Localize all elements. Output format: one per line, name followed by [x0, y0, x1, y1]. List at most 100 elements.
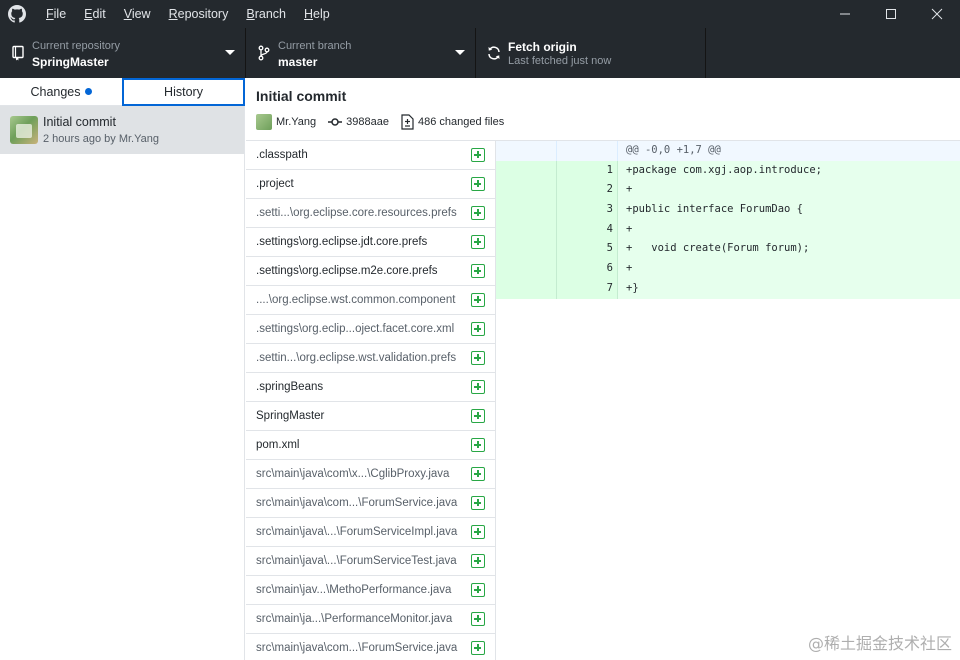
- diff-line-code: +: [618, 180, 960, 201]
- file-added-icon: [471, 177, 485, 191]
- commit-summary-title: Initial commit: [256, 88, 347, 104]
- branch-icon: [258, 45, 270, 61]
- file-added-icon: [471, 351, 485, 365]
- file-path: ....\org.eclipse.wst.common.component: [256, 294, 456, 306]
- file-list-item[interactable]: src\main\java\...\ForumServiceImpl.java: [246, 518, 495, 547]
- file-added-icon: [471, 554, 485, 568]
- file-path: .project: [256, 178, 294, 190]
- file-list-item[interactable]: src\main\jav...\MethoPerformance.java: [246, 576, 495, 605]
- last-fetched-text: Last fetched just now: [508, 55, 612, 67]
- branch-label: Current branch: [278, 40, 352, 52]
- file-list-item[interactable]: ....\org.eclipse.wst.common.component: [246, 286, 495, 315]
- file-added-icon: [471, 438, 485, 452]
- diff-view: @@ -0,0 +1,7 @@ 1 +package com.xgj.aop.in…: [496, 141, 960, 299]
- file-list-item[interactable]: .settings\org.eclipse.jdt.core.prefs: [246, 228, 495, 257]
- fetch-origin-button[interactable]: Fetch origin Last fetched just now: [476, 28, 706, 78]
- sync-icon: [488, 46, 500, 60]
- tab-changes[interactable]: Changes: [0, 78, 122, 106]
- file-added-icon: [471, 322, 485, 336]
- commit-summary-meta: Mr.Yang 3988aae 486 changed files: [256, 114, 504, 130]
- tab-changes-label: Changes: [30, 85, 81, 99]
- file-added-icon: [471, 293, 485, 307]
- new-line-number: 5: [557, 239, 618, 260]
- diff-line: 4 +: [496, 219, 960, 240]
- commit-title: Initial commit: [43, 115, 116, 129]
- file-added-icon: [471, 612, 485, 626]
- file-list-item[interactable]: src\main\java\com\x...\CglibProxy.java: [246, 460, 495, 489]
- file-path: .classpath: [256, 149, 308, 161]
- current-repository-button[interactable]: Current repository SpringMaster: [0, 28, 246, 78]
- file-list-item[interactable]: .setti...\org.eclipse.core.resources.pre…: [246, 199, 495, 228]
- maximize-button[interactable]: [868, 0, 914, 28]
- tab-history-label: History: [164, 85, 203, 99]
- old-line-gutter: [496, 180, 557, 201]
- commit-meta: 2 hours ago by Mr.Yang: [43, 133, 159, 145]
- current-branch-button[interactable]: Current branch master: [246, 28, 476, 78]
- repository-name: SpringMaster: [32, 55, 109, 69]
- file-list-item[interactable]: .project: [246, 170, 495, 199]
- caret-down-icon: [455, 50, 465, 55]
- avatar: [10, 116, 38, 144]
- file-list-item[interactable]: .settin...\org.eclipse.wst.validation.pr…: [246, 344, 495, 373]
- new-line-number: 6: [557, 259, 618, 279]
- file-list-item[interactable]: .settings\org.eclip...oject.facet.core.x…: [246, 315, 495, 344]
- file-added-icon: [471, 525, 485, 539]
- file-path: src\main\java\...\ForumServiceImpl.java: [256, 526, 458, 538]
- commit-author: Mr.Yang: [276, 116, 317, 128]
- menu-branch[interactable]: Branch: [246, 0, 286, 28]
- file-list-item[interactable]: .settings\org.eclipse.m2e.core.prefs: [246, 257, 495, 286]
- diff-line-code: + void create(Forum forum);: [618, 239, 960, 260]
- menu-edit[interactable]: Edit: [84, 0, 106, 28]
- branch-name: master: [278, 55, 318, 69]
- file-path: src\main\jav...\MethoPerformance.java: [256, 584, 452, 596]
- diff-line-code: +: [618, 259, 960, 279]
- old-line-gutter: [496, 259, 557, 279]
- file-list-item[interactable]: pom.xml: [246, 431, 495, 460]
- changes-indicator-dot: [84, 88, 92, 95]
- file-path: src\main\java\com...\ForumService.java: [256, 642, 458, 654]
- file-list-item[interactable]: src\main\java\...\ForumServiceTest.java: [246, 547, 495, 576]
- diff-line-code: +}: [618, 278, 960, 299]
- commit-sha[interactable]: 3988aae: [346, 116, 389, 128]
- file-list-item[interactable]: .classpath: [246, 141, 495, 170]
- file-path: src\main\java\...\ForumServiceTest.java: [256, 555, 457, 567]
- file-added-icon: [471, 583, 485, 597]
- repo-icon: [12, 45, 24, 61]
- diff-line-code: +public interface ForumDao {: [618, 200, 960, 220]
- file-list-item[interactable]: SpringMaster: [246, 402, 495, 431]
- file-added-icon: [471, 148, 485, 162]
- sidebar-tabs: Changes History: [0, 78, 245, 106]
- file-path: src\main\java\com\x...\CglibProxy.java: [256, 468, 450, 480]
- menu-view[interactable]: View: [124, 0, 151, 28]
- file-added-icon: [471, 409, 485, 423]
- sidebar: Changes History Initial commit 2 hours a…: [0, 78, 245, 660]
- diff-line: 1 +package com.xgj.aop.introduce;: [496, 160, 960, 181]
- github-logo-icon: [8, 5, 26, 23]
- diff-line-code: +: [618, 219, 960, 240]
- new-line-number: 3: [557, 200, 618, 220]
- history-commit-item[interactable]: Initial commit 2 hours ago by Mr.Yang: [0, 106, 244, 154]
- menu-bar: File Edit View Repository Branch Help: [46, 0, 348, 28]
- tab-history[interactable]: History: [122, 78, 245, 106]
- menu-help[interactable]: Help: [304, 0, 330, 28]
- commit-summary-header: Initial commit Mr.Yang 3988aae 486 chang…: [246, 78, 960, 141]
- old-line-gutter: [496, 278, 557, 299]
- file-added-icon: [471, 380, 485, 394]
- file-path: pom.xml: [256, 439, 300, 451]
- file-added-icon: [471, 641, 485, 655]
- file-list-item[interactable]: .springBeans: [246, 373, 495, 402]
- file-list-item[interactable]: src\main\ja...\PerformanceMonitor.java: [246, 605, 495, 634]
- file-path: .setti...\org.eclipse.core.resources.pre…: [256, 207, 457, 219]
- old-line-gutter: [496, 160, 557, 181]
- menu-file[interactable]: File: [46, 0, 66, 28]
- diff-hunk-text: @@ -0,0 +1,7 @@: [618, 141, 960, 161]
- menu-repository[interactable]: Repository: [169, 0, 229, 28]
- close-button[interactable]: [914, 0, 960, 28]
- file-list-item[interactable]: src\main\java\com...\ForumService.java: [246, 489, 495, 518]
- changed-files-count: 486 changed files: [417, 116, 505, 128]
- minimize-icon: [840, 13, 850, 15]
- file-added-icon: [471, 467, 485, 481]
- file-added-icon: [471, 235, 485, 249]
- minimize-button[interactable]: [822, 0, 868, 28]
- file-list-item[interactable]: src\main\java\com...\ForumService.java: [246, 634, 495, 660]
